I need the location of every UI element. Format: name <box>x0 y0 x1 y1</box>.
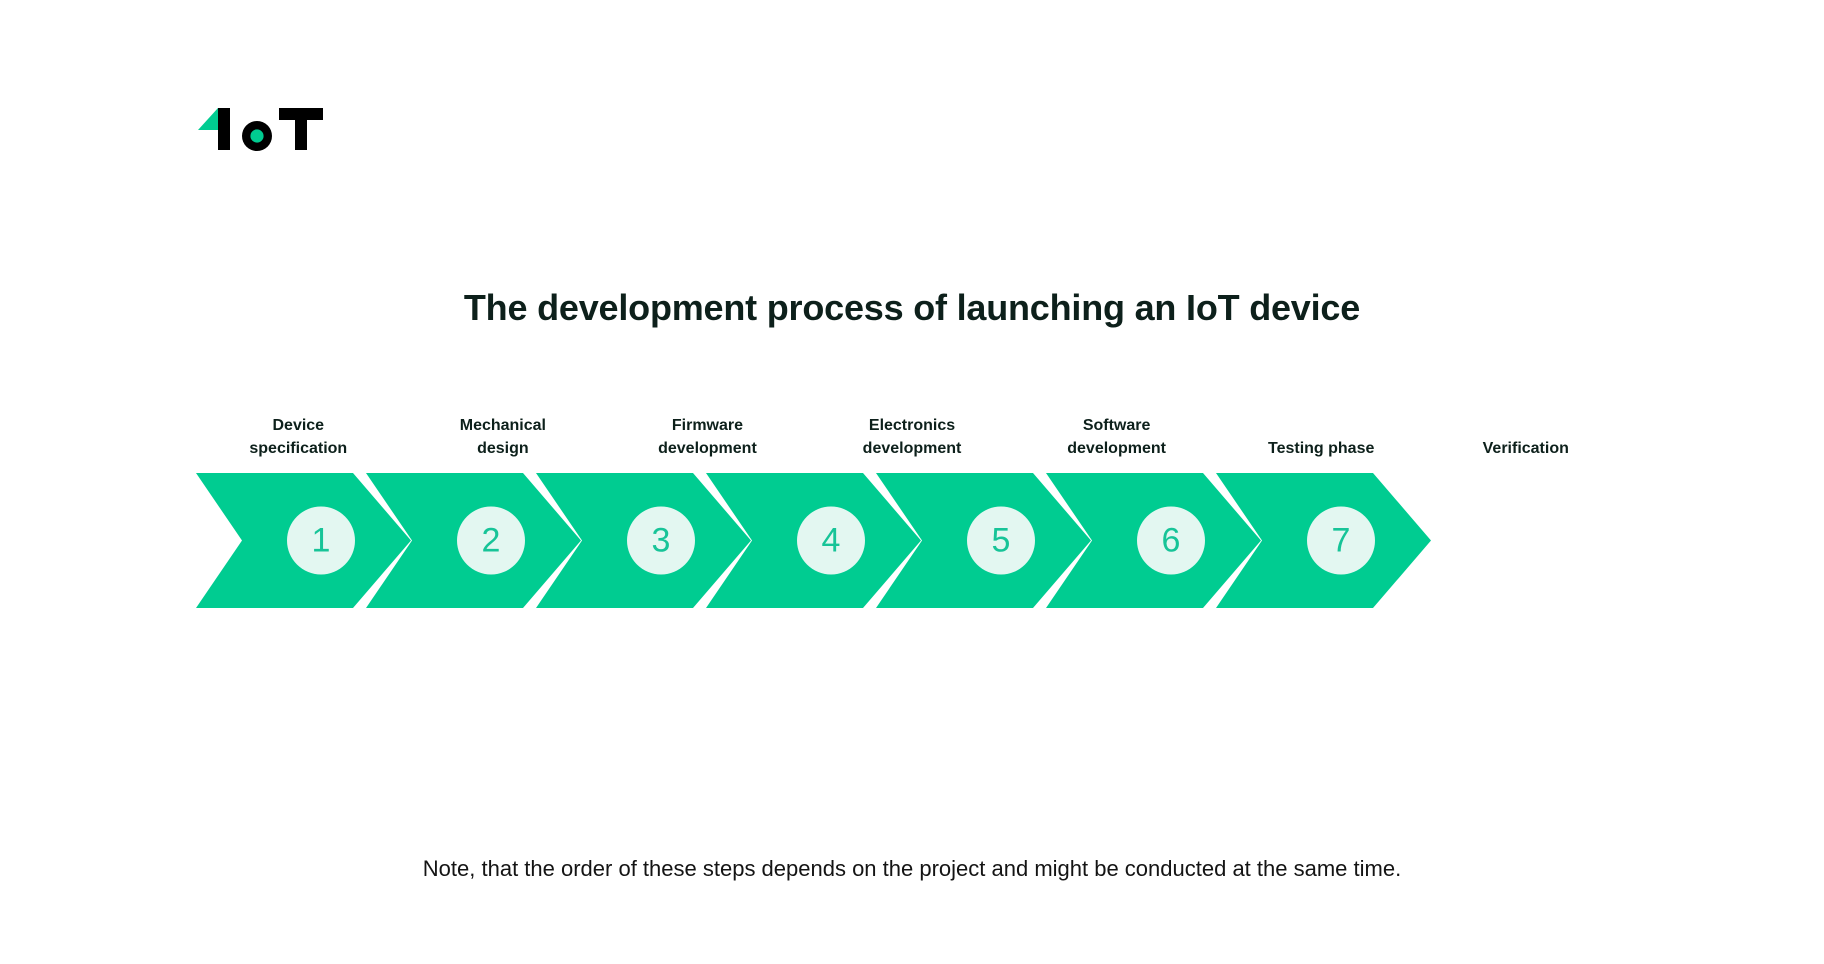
step-number-text-4: 4 <box>822 522 841 560</box>
step-labels-row: Device specification Mechanical design F… <box>196 400 1628 462</box>
step-number-text-7: 7 <box>1332 522 1351 560</box>
step-label-2: Mechanical design <box>401 400 606 462</box>
step-label-3: Firmware development <box>605 400 810 462</box>
step-label-line2: specification <box>249 440 348 457</box>
chevron-row-graphic: 1 2 3 4 5 6 7 <box>196 473 1431 608</box>
step-label-line1: Electronics <box>868 417 956 434</box>
step-label-line1: Software <box>1082 417 1151 434</box>
step-label-7: Verification <box>1423 400 1628 462</box>
step-label-line2: Verification <box>1482 440 1569 457</box>
step-label-1: Device specification <box>196 400 401 462</box>
step-label-6: Testing phase <box>1219 400 1424 462</box>
step-number-text-1: 1 <box>312 522 331 560</box>
step-label-line1: Firmware <box>671 417 744 434</box>
step-number-text-2: 2 <box>482 522 501 560</box>
chevron-step-1: 1 <box>196 473 411 608</box>
step-label-line2: development <box>862 440 962 457</box>
process-diagram: Device specification Mechanical design F… <box>196 400 1628 610</box>
step-label-line2: development <box>658 440 757 457</box>
step-label-line1: Device <box>272 417 325 434</box>
step-number-text-6: 6 <box>1162 522 1181 560</box>
logo-letter-o-dot <box>250 129 264 143</box>
step-number-text-3: 3 <box>652 522 671 560</box>
step-label-5: Software development <box>1014 400 1219 462</box>
step-label-line2: design <box>477 440 529 457</box>
step-label-line2: development <box>1067 440 1166 457</box>
logo-letter-t-stem <box>295 108 307 150</box>
logo-letter-i <box>218 108 230 150</box>
iot-logo-mark <box>198 108 323 151</box>
iot-logo <box>196 104 326 154</box>
footnote: Note, that the order of these steps depe… <box>422 856 1402 881</box>
step-label-line1: Mechanical <box>459 417 546 434</box>
chevron-row: 1 2 3 4 5 6 7 <box>196 473 1628 608</box>
step-label-line2: Testing phase <box>1267 440 1375 457</box>
page-title: The development process of launching an … <box>463 287 1361 329</box>
step-label-4: Electronics development <box>810 400 1015 462</box>
logo-triangle-icon <box>198 108 218 130</box>
step-number-text-5: 5 <box>992 522 1011 560</box>
